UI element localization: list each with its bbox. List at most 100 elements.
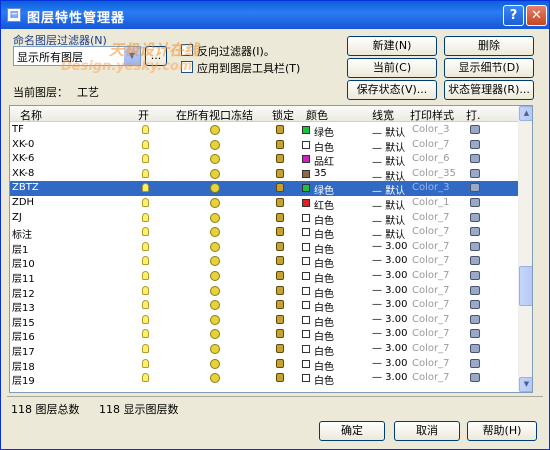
- color-swatch[interactable]: [302, 286, 310, 295]
- ok-button[interactable]: 确定: [319, 421, 385, 441]
- color-swatch[interactable]: [302, 242, 310, 251]
- table-row[interactable]: XK-6 品红 — 默认 Color_6: [10, 152, 518, 168]
- printer-icon[interactable]: [470, 256, 480, 266]
- table-row[interactable]: 层13 白色 — 3.00 Color_7: [10, 298, 518, 314]
- color-swatch[interactable]: [302, 301, 310, 310]
- sun-icon[interactable]: [210, 139, 220, 150]
- column-header-color[interactable]: 颜色: [306, 107, 328, 123]
- table-row[interactable]: 层10 白色 — 3.00 Color_7: [10, 254, 518, 270]
- table-row[interactable]: 标注 白色 — 默认 Color_7: [10, 225, 518, 241]
- printer-icon[interactable]: [470, 168, 480, 178]
- color-swatch[interactable]: [302, 374, 310, 383]
- layer-lineweight[interactable]: — 3.00: [372, 328, 407, 339]
- table-row[interactable]: ZDH 红色 — 默认 Color_1: [10, 196, 518, 212]
- printer-icon[interactable]: [470, 198, 480, 207]
- new-layer-button[interactable]: 新建(N): [347, 36, 437, 56]
- title-bar[interactable]: ▤ 图层特性管理器 ? ✕: [1, 1, 549, 29]
- bulb-icon[interactable]: [142, 256, 149, 266]
- color-swatch[interactable]: [302, 257, 310, 266]
- table-row[interactable]: ZJ 白色 — 默认 Color_7: [10, 211, 518, 227]
- sun-icon[interactable]: [210, 241, 220, 252]
- color-swatch[interactable]: [302, 155, 310, 164]
- bulb-icon[interactable]: [142, 344, 149, 353]
- layer-lineweight[interactable]: — 3.00: [372, 358, 407, 369]
- table-row[interactable]: 层18 白色 — 3.00 Color_7: [10, 357, 518, 373]
- bulb-icon[interactable]: [142, 212, 149, 222]
- sun-icon[interactable]: [210, 227, 220, 238]
- bulb-icon[interactable]: [142, 139, 149, 149]
- table-row[interactable]: TF 绿色 — 默认 Color_3: [10, 123, 518, 139]
- lock-icon[interactable]: [276, 227, 284, 237]
- sun-icon[interactable]: [210, 300, 220, 311]
- cancel-button[interactable]: 取消: [394, 421, 460, 441]
- color-swatch[interactable]: [302, 272, 310, 280]
- sun-icon[interactable]: [210, 373, 220, 384]
- bulb-icon[interactable]: [142, 198, 149, 207]
- help-title-button[interactable]: ?: [503, 5, 524, 26]
- layer-plotstyle[interactable]: Color_7: [412, 139, 449, 150]
- bulb-icon[interactable]: [142, 358, 149, 368]
- sun-icon[interactable]: [210, 358, 220, 369]
- layer-plotstyle[interactable]: Color_7: [412, 358, 449, 369]
- printer-icon[interactable]: [470, 314, 480, 324]
- lock-icon[interactable]: [276, 212, 284, 222]
- vertical-scrollbar[interactable]: ▲ ▼: [518, 106, 532, 392]
- layer-plotstyle[interactable]: Color_7: [412, 372, 449, 383]
- printer-icon[interactable]: [470, 358, 480, 368]
- column-header-freeze[interactable]: 在所有视口冻结: [176, 107, 253, 123]
- sun-icon[interactable]: [210, 154, 220, 165]
- layer-lineweight[interactable]: — 3.00: [372, 255, 407, 266]
- printer-icon[interactable]: [470, 329, 480, 339]
- lock-icon[interactable]: [276, 168, 284, 178]
- color-swatch[interactable]: [302, 184, 310, 193]
- printer-icon[interactable]: [470, 154, 480, 164]
- close-title-button[interactable]: ✕: [526, 5, 547, 26]
- delete-layer-button[interactable]: 删除: [444, 36, 534, 56]
- lock-icon[interactable]: [276, 154, 284, 164]
- lock-icon[interactable]: [276, 139, 284, 149]
- column-header-on[interactable]: 开: [138, 107, 149, 123]
- printer-icon[interactable]: [470, 300, 480, 310]
- printer-icon[interactable]: [470, 344, 480, 353]
- lock-icon[interactable]: [276, 329, 284, 339]
- sun-icon[interactable]: [210, 271, 220, 281]
- layer-lineweight[interactable]: — 3.00: [372, 299, 407, 310]
- sun-icon[interactable]: [210, 168, 220, 179]
- table-row[interactable]: 层17 白色 — 3.00 Color_7: [10, 342, 518, 358]
- lock-icon[interactable]: [276, 271, 284, 280]
- printer-icon[interactable]: [470, 212, 480, 222]
- table-row[interactable]: 层15 白色 — 3.00 Color_7: [10, 313, 518, 329]
- lock-icon[interactable]: [276, 373, 284, 383]
- layer-plotstyle[interactable]: Color_7: [412, 241, 449, 252]
- lock-icon[interactable]: [276, 344, 284, 353]
- sun-icon[interactable]: [210, 285, 220, 296]
- column-header-name[interactable]: 名称: [20, 107, 42, 123]
- layer-lineweight[interactable]: — 3.00: [372, 314, 407, 325]
- layer-plotstyle[interactable]: Color_7: [412, 285, 449, 296]
- printer-icon[interactable]: [470, 271, 480, 280]
- table-row[interactable]: XK-8 35— 默认 Color_35: [10, 167, 518, 183]
- bulb-icon[interactable]: [142, 300, 149, 310]
- layer-lineweight[interactable]: — 3.00: [372, 285, 407, 296]
- sun-icon[interactable]: [210, 125, 220, 135]
- column-header-plotstyle[interactable]: 打印样式: [410, 107, 454, 123]
- lock-icon[interactable]: [276, 358, 284, 368]
- bulb-icon[interactable]: [142, 227, 149, 237]
- color-swatch[interactable]: [302, 213, 310, 222]
- save-state-button[interactable]: 保存状态(V)...: [347, 80, 437, 100]
- printer-icon[interactable]: [470, 125, 480, 134]
- bulb-icon[interactable]: [142, 271, 149, 280]
- lock-icon[interactable]: [276, 241, 284, 251]
- printer-icon[interactable]: [470, 373, 480, 383]
- layer-plotstyle[interactable]: Color_35: [412, 168, 456, 179]
- scroll-thumb[interactable]: [519, 266, 532, 306]
- bulb-icon[interactable]: [142, 168, 149, 178]
- layer-lineweight[interactable]: — 3.00: [372, 270, 407, 281]
- table-row[interactable]: 层11 白色 — 3.00 Color_7: [10, 269, 518, 285]
- layer-plotstyle[interactable]: Color_1: [412, 197, 449, 208]
- color-swatch[interactable]: [302, 199, 310, 207]
- layer-plotstyle[interactable]: Color_7: [412, 212, 449, 223]
- layer-plotstyle[interactable]: Color_7: [412, 328, 449, 339]
- color-swatch[interactable]: [302, 126, 310, 134]
- lock-icon[interactable]: [276, 256, 284, 266]
